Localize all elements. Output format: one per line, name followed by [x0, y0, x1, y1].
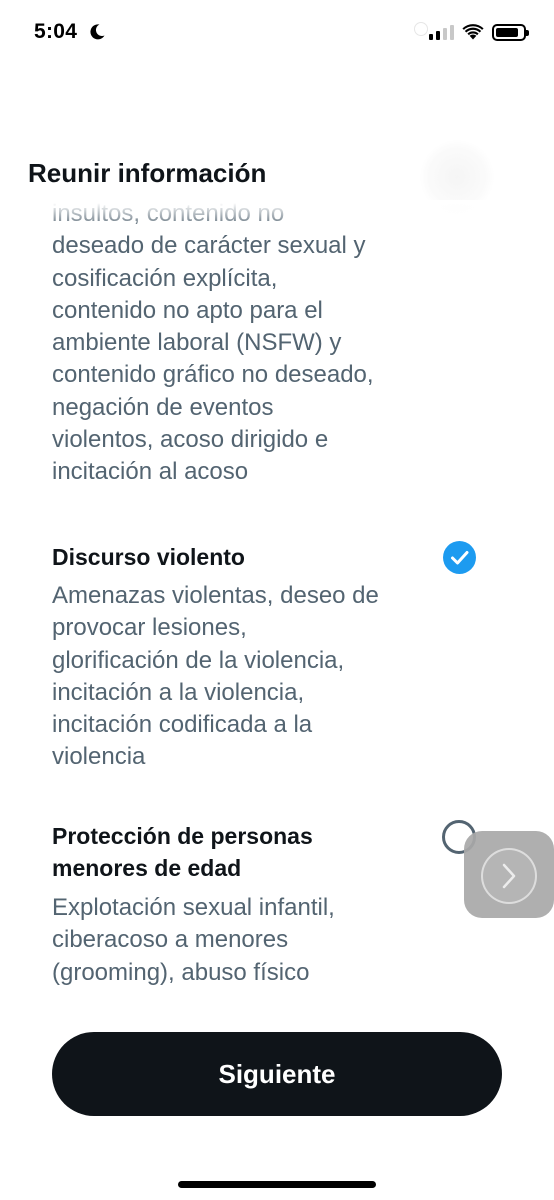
- description-line: insultos, contenido no: [52, 200, 285, 227]
- close-button[interactable]: [420, 140, 494, 214]
- description-line: provocar lesiones,: [52, 614, 247, 642]
- description-line: contenido no apto para el: [52, 296, 323, 324]
- page-title: Reunir información: [28, 158, 267, 188]
- option-title-line: menores de edad: [52, 855, 242, 881]
- status-icons: [429, 22, 529, 42]
- option-description-violent-speech: Amenazas violentas, deseo de provocar le…: [52, 580, 422, 774]
- description-line: incitación codificada a la: [52, 711, 313, 739]
- description-line: glorificación de la violencia,: [52, 646, 345, 674]
- description-line: incitación al acoso: [52, 458, 249, 486]
- option-title-child-protection[interactable]: Protección de personas menores de edad: [52, 820, 382, 884]
- description-line: Amenazas violentas, deseo de: [52, 582, 379, 609]
- assistive-float-button[interactable]: [464, 831, 554, 918]
- description-line: Explotación sexual infantil,: [52, 894, 335, 921]
- status-time: 5:04: [34, 20, 78, 43]
- description-line: incitación a la violencia,: [52, 678, 305, 706]
- description-line: negación de eventos: [52, 393, 274, 421]
- description-line: cosificación explícita,: [52, 264, 278, 292]
- option-title-violent-speech[interactable]: Discurso violento: [52, 541, 382, 573]
- description-line: (grooming), abuso físico: [52, 958, 310, 986]
- moon-icon: [90, 24, 105, 40]
- battery-icon: [492, 23, 529, 41]
- home-indicator[interactable]: [178, 1181, 376, 1188]
- checkbox-violent-speech[interactable]: [443, 541, 476, 574]
- description-line: ciberacoso a menores: [52, 926, 289, 954]
- option-title-line: Protección de personas: [52, 823, 313, 849]
- description-line: ambiente laboral (NSFW) y: [52, 329, 342, 357]
- checkmark-icon: [451, 551, 469, 565]
- option-description-child-protection: Explotación sexual infantil, ciberacoso …: [52, 892, 422, 989]
- description-line: contenido gráfico no deseado,: [52, 361, 374, 389]
- description-line: deseado de carácter sexual y: [52, 232, 366, 260]
- next-button[interactable]: Siguiente: [52, 1032, 502, 1116]
- option-description: insultos, contenido no deseado de caráct…: [52, 198, 422, 489]
- description-line: violencia: [52, 743, 146, 771]
- wifi-icon: [462, 24, 484, 40]
- description-line: violentos, acoso dirigido e: [52, 426, 329, 454]
- signal-icon: [429, 24, 454, 40]
- indicator-dot-icon: [414, 22, 428, 36]
- status-bar: 5:04: [0, 0, 554, 66]
- chevron-right-icon: [502, 863, 516, 889]
